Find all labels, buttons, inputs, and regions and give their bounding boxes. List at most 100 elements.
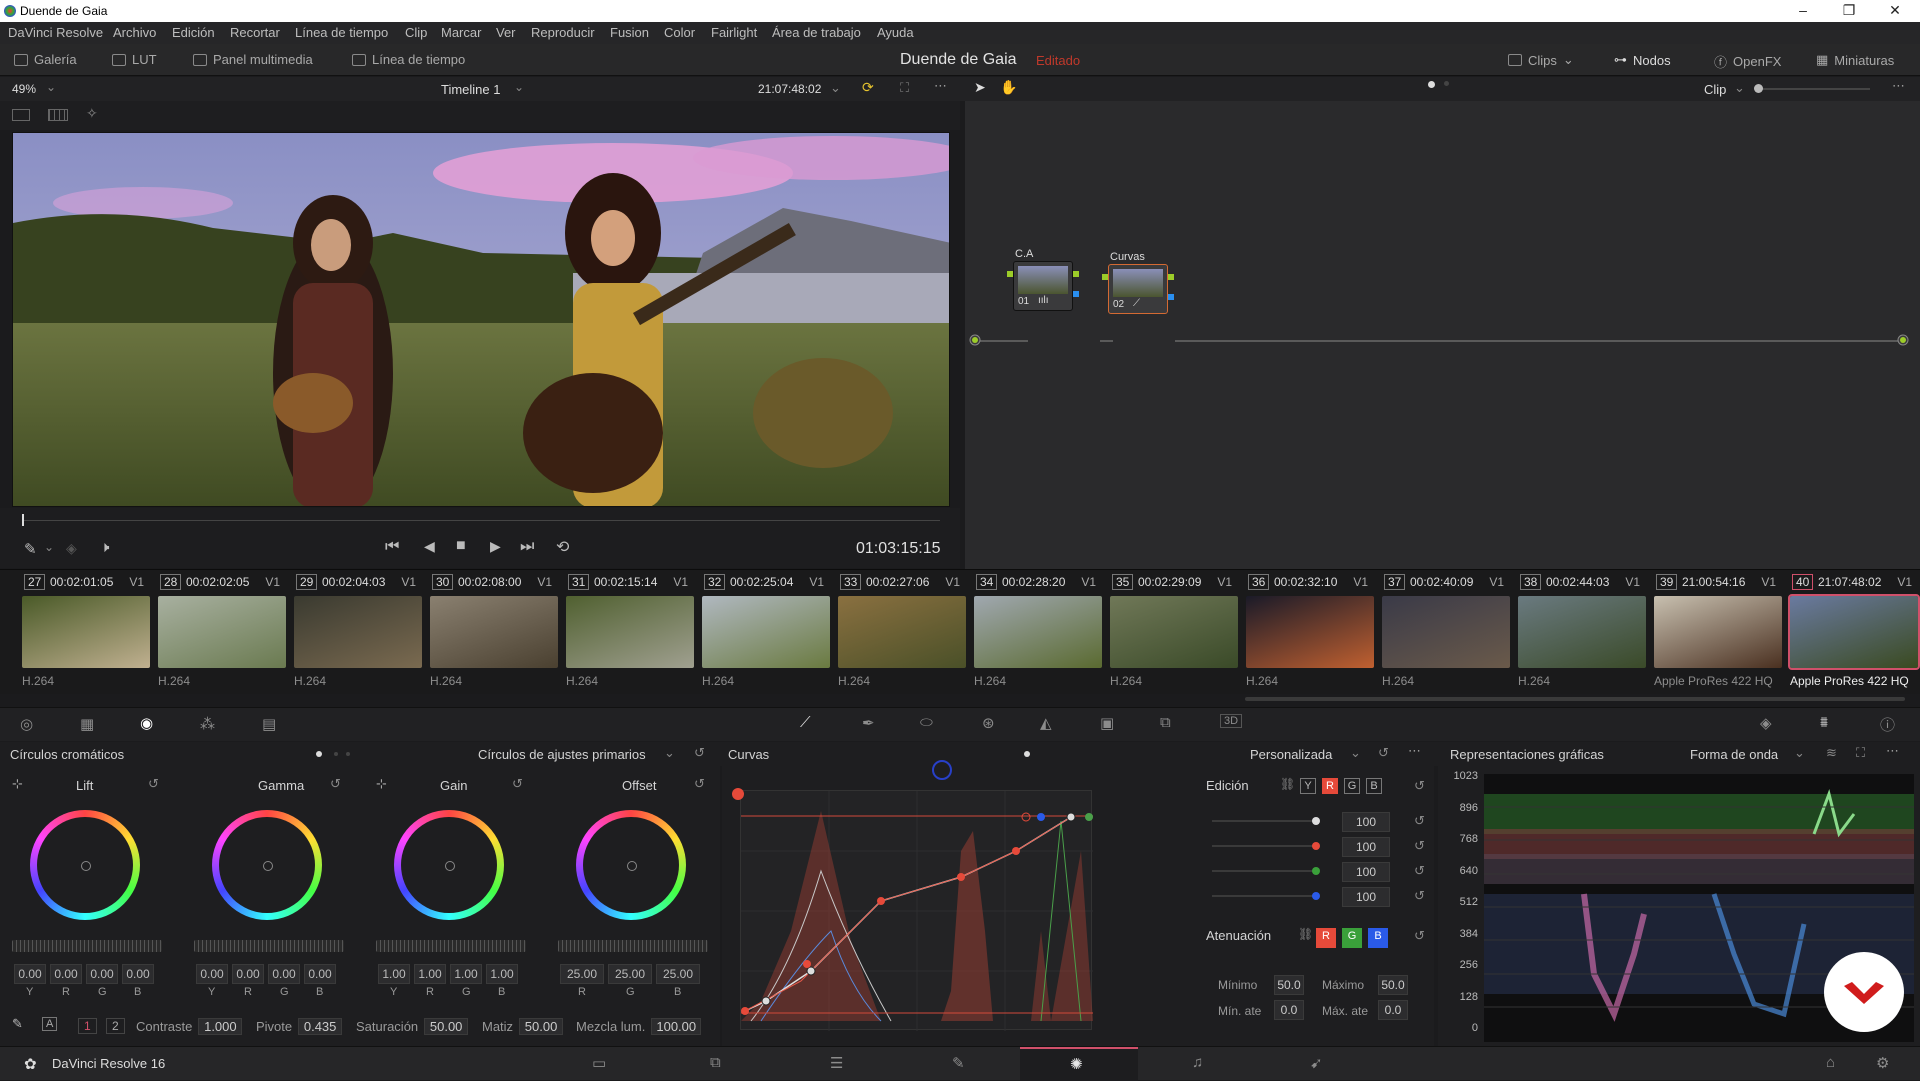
menu-fairlight[interactable]: Fairlight [711, 25, 757, 40]
auto-balance-icon[interactable]: ✎ [12, 1016, 23, 1032]
menu-ver[interactable]: Ver [496, 25, 516, 40]
settings-gear-icon[interactable]: ⚙ [1876, 1054, 1889, 1072]
menu-edicion[interactable]: Edición [172, 25, 215, 40]
color-wheel[interactable] [212, 810, 322, 920]
more-options-icon[interactable]: ⋯ [1408, 743, 1421, 759]
wheel-master-slider[interactable] [12, 940, 162, 952]
wheel-value-field[interactable]: 0.00 [122, 964, 154, 984]
wheel-value-field[interactable]: 0.00 [268, 964, 300, 984]
timeline-selector[interactable]: Timeline 1 [441, 82, 500, 97]
speaker-icon[interactable]: 🕨 [100, 539, 109, 556]
wheel-value-field[interactable]: 0.00 [196, 964, 228, 984]
menu-fusion[interactable]: Fusion [610, 25, 649, 40]
menu-recortar[interactable]: Recortar [230, 25, 280, 40]
page-dot-icon[interactable] [1444, 81, 1449, 86]
thumbnails-button[interactable]: ▦ Miniaturas [1816, 52, 1894, 68]
node-02[interactable]: 02 ⟋ [1108, 264, 1168, 314]
channel-g-button[interactable]: G [1344, 778, 1360, 794]
slider-handle[interactable] [1754, 84, 1763, 93]
node-output-icon[interactable] [1073, 271, 1079, 277]
intensity-slider[interactable] [1212, 817, 1320, 825]
more-options-icon[interactable]: ⋯ [1886, 743, 1899, 759]
node-mode-chevron-icon[interactable]: ⌄ [1734, 80, 1745, 96]
scope-expand-icon[interactable]: ⛶ [1856, 745, 1865, 761]
camera-raw-icon[interactable]: ◎ [20, 715, 33, 733]
openfx-button[interactable]: ⓕ OpenFX [1714, 52, 1781, 71]
fairlight-page-icon[interactable]: ♫ [1192, 1054, 1203, 1071]
slider-handle[interactable] [1312, 842, 1320, 850]
page-dot-icon[interactable] [346, 752, 350, 756]
key-icon[interactable]: ▣ [1100, 714, 1114, 732]
color-page-tab[interactable]: ✺ [1020, 1047, 1138, 1081]
page-dot-icon[interactable] [1024, 751, 1030, 757]
scrub-track[interactable] [22, 520, 940, 521]
scope-mode-chevron-icon[interactable]: ⌄ [1794, 745, 1805, 761]
min-field[interactable]: 50.0 [1274, 975, 1304, 995]
split-viewer-icon[interactable] [48, 109, 68, 121]
tc-chevron-icon[interactable]: ⌄ [830, 80, 841, 96]
wheels-mode-selector[interactable]: Círculos de ajustes primarios [478, 747, 646, 762]
node-input-icon[interactable] [1007, 271, 1013, 277]
menu-area-trabajo[interactable]: Área de trabajo [772, 25, 861, 40]
link-icon[interactable]: ⛓ [1280, 777, 1295, 791]
wheel-value-field[interactable]: 0.00 [50, 964, 82, 984]
channel-y-button[interactable]: Y [1300, 778, 1316, 794]
play-reverse-icon[interactable]: ◀ [424, 538, 435, 555]
node-key-output-icon[interactable] [1168, 294, 1174, 300]
video-viewer[interactable] [12, 132, 950, 507]
window-icon[interactable]: ⬭ [920, 714, 933, 731]
hand-tool-icon[interactable]: ✋ [1000, 79, 1017, 96]
color-wheels-icon[interactable]: ◉ [140, 714, 153, 732]
wheel-value-field[interactable]: 1.00 [450, 964, 482, 984]
wheel-value-field[interactable]: 0.00 [14, 964, 46, 984]
clip-thumbnail[interactable]: 37 00:02:40:09 V1 H.264 [1370, 570, 1510, 695]
tracker-icon[interactable]: ⊛ [982, 714, 995, 732]
wheel-value-field[interactable]: 25.00 [560, 964, 604, 984]
picker-icon[interactable]: ⊹ [376, 776, 387, 792]
page-2-button[interactable]: 2 [106, 1018, 125, 1034]
rgb-mixer-icon[interactable]: ⁂ [200, 715, 215, 733]
auto-color-icon[interactable]: A [42, 1017, 58, 1031]
magic-wand-icon[interactable]: ✧ [86, 105, 98, 122]
scrub-playhead[interactable] [22, 514, 24, 526]
node-zoom-slider[interactable] [1754, 84, 1870, 93]
curves-mode-selector[interactable]: Personalizada [1250, 747, 1332, 762]
lut-button[interactable]: LUT [112, 52, 157, 67]
stop-icon[interactable]: ■ [456, 537, 466, 555]
intensity-field[interactable]: 100 [1342, 862, 1390, 882]
page-dot-icon[interactable] [316, 751, 322, 757]
close-button[interactable]: ✕ [1872, 0, 1918, 22]
softclip-g-button[interactable]: G [1342, 928, 1362, 948]
menu-reproducir[interactable]: Reproducir [531, 25, 595, 40]
page-dot-icon[interactable] [334, 752, 338, 756]
timeline-button[interactable]: Línea de tiempo [352, 52, 465, 67]
hue-field[interactable]: 50.00 [519, 1018, 564, 1035]
minimize-button[interactable]: – [1780, 0, 1826, 22]
wheel-center-handle[interactable] [627, 861, 637, 871]
reset-icon[interactable]: ↺ [1378, 745, 1389, 761]
lum-mix-field[interactable]: 100.00 [651, 1018, 702, 1035]
keyframes-icon[interactable]: ◈ [1760, 714, 1772, 732]
node-01[interactable]: 01 ıılı [1013, 261, 1073, 311]
reset-icon[interactable]: ↺ [1414, 888, 1425, 904]
home-icon[interactable]: ⌂ [1826, 1054, 1835, 1071]
wheel-value-field[interactable]: 1.00 [414, 964, 446, 984]
wheels-mode-chevron-icon[interactable]: ⌄ [664, 745, 675, 761]
viewer-scrubber[interactable] [0, 508, 960, 530]
timeline-chevron-icon[interactable]: ⌄ [514, 80, 524, 94]
clip-thumbnail[interactable]: 40 21:07:48:02 V1 Apple ProRes 422 HQ [1778, 570, 1920, 695]
wheel-center-handle[interactable] [445, 861, 455, 871]
reset-icon[interactable]: ↺ [148, 776, 159, 792]
viewer-timecode[interactable]: 21:07:48:02 [758, 82, 821, 96]
eyedropper-chevron-icon[interactable]: ⌄ [44, 540, 54, 554]
wheel-center-handle[interactable] [263, 861, 273, 871]
saturation-field[interactable]: 50.00 [424, 1018, 469, 1035]
nodes-button[interactable]: ⊶ Nodos [1614, 52, 1671, 68]
blur-icon[interactable]: ◭ [1040, 714, 1052, 732]
reset-icon[interactable]: ↺ [1414, 778, 1425, 794]
max-field[interactable]: 50.0 [1378, 975, 1408, 995]
node-more-icon[interactable]: ⋯ [1892, 78, 1905, 94]
deliver-page-icon[interactable]: ➹ [1310, 1054, 1323, 1072]
reset-icon[interactable]: ↺ [1414, 813, 1425, 829]
info-icon[interactable]: ⓘ [1880, 714, 1895, 735]
